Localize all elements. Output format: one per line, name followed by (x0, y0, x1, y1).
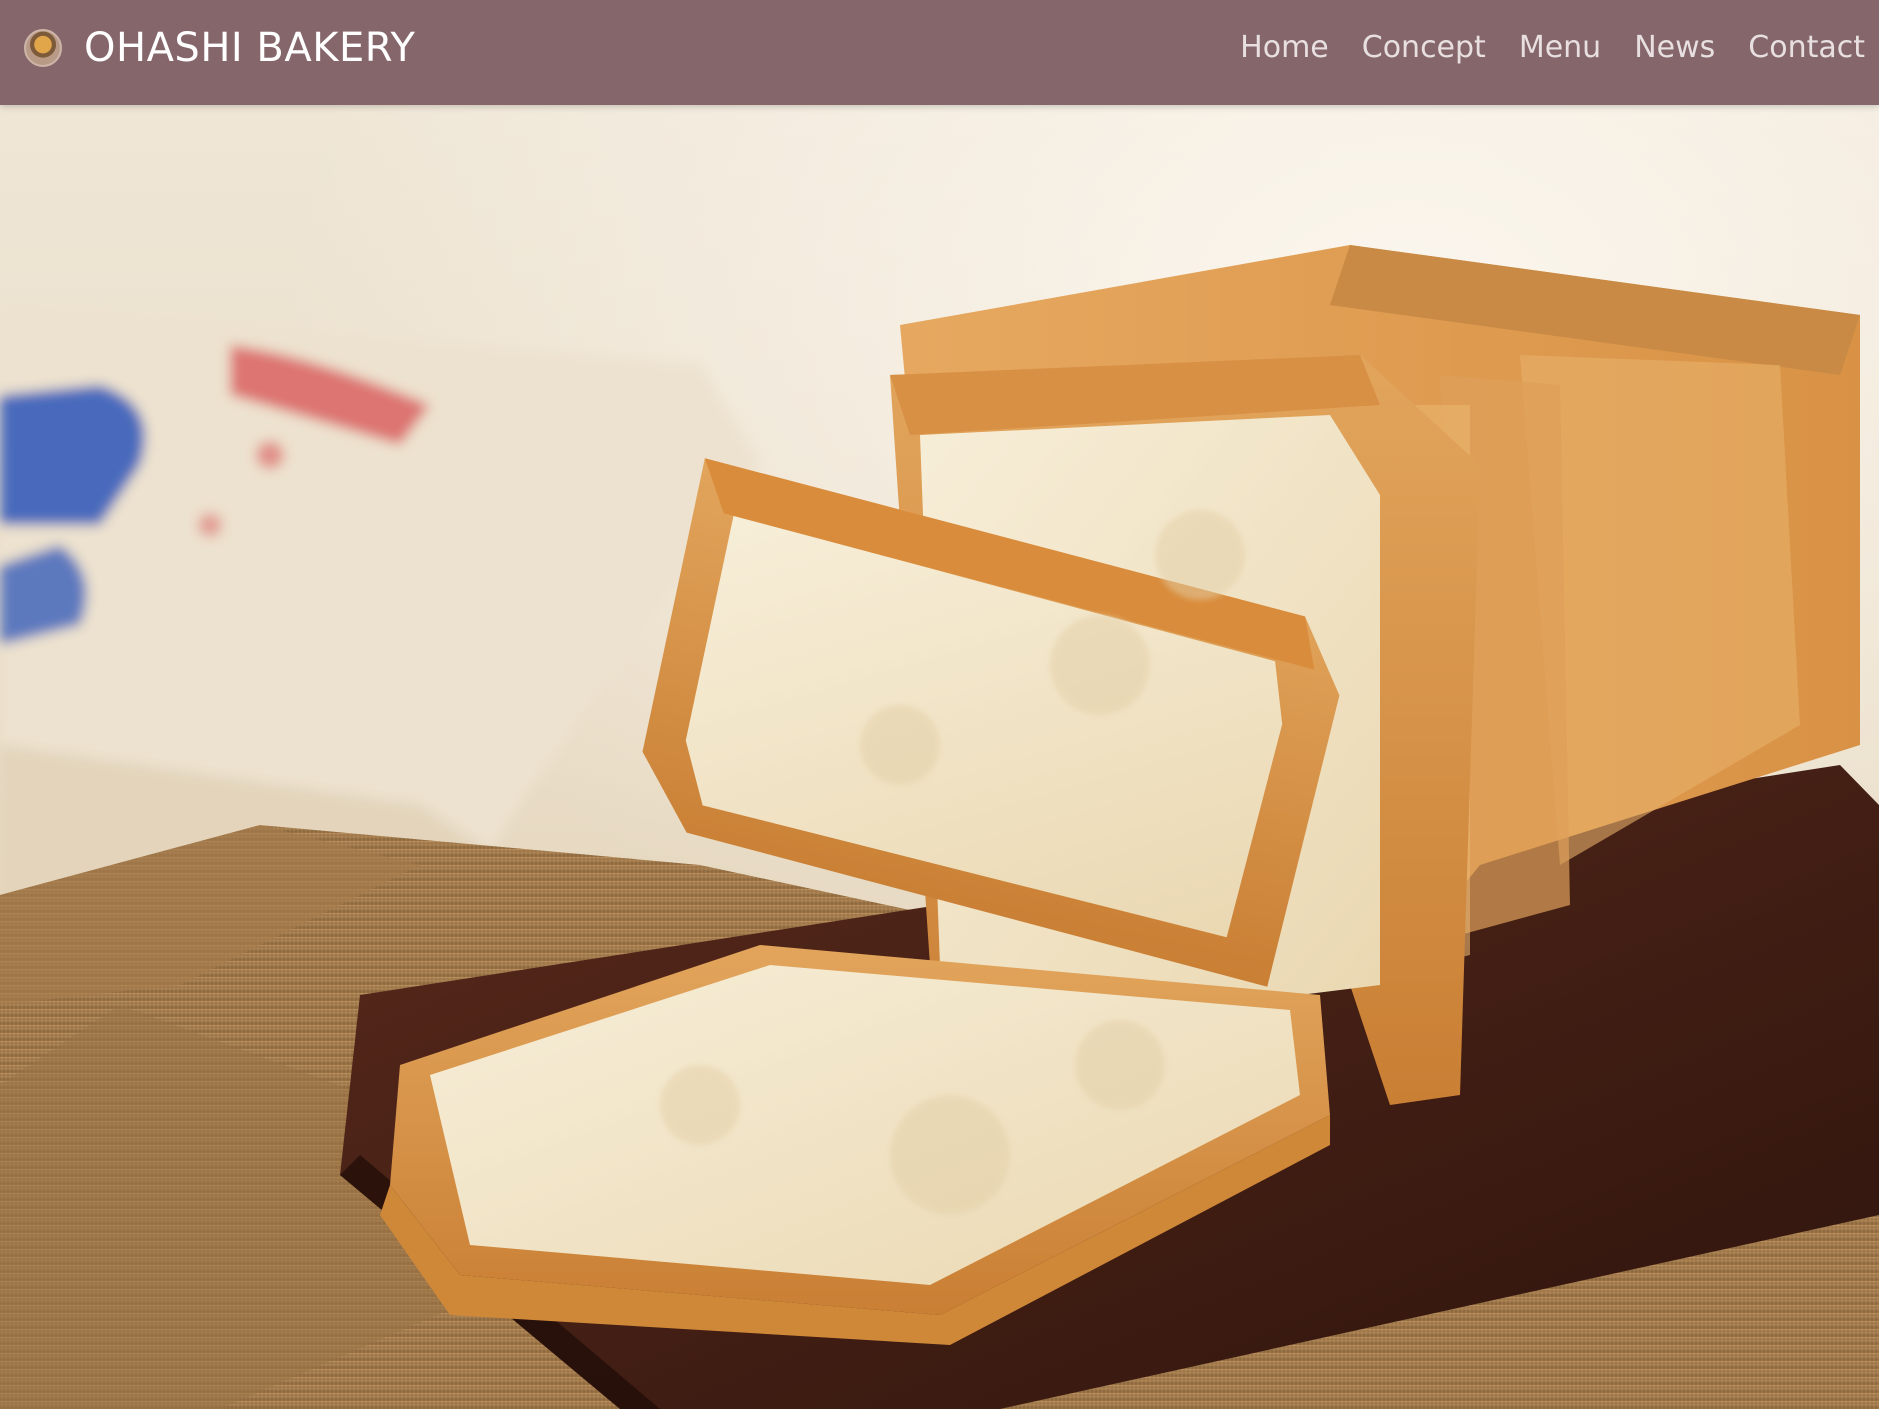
site-header: OHASHI BAKERY Home Concept Menu News Con… (0, 0, 1879, 105)
nav-menu[interactable]: Menu (1519, 30, 1601, 65)
brand-link[interactable]: OHASHI BAKERY (24, 0, 415, 95)
hero-section (0, 105, 1879, 1409)
nav-news[interactable]: News (1634, 30, 1715, 65)
bakery-logo-icon (24, 28, 62, 67)
nav-concept[interactable]: Concept (1362, 30, 1486, 65)
nav-home[interactable]: Home (1240, 30, 1329, 65)
brand-name: OHASHI BAKERY (84, 24, 416, 71)
nav-contact[interactable]: Contact (1748, 30, 1865, 65)
page: OHASHI BAKERY Home Concept Menu News Con… (0, 0, 1879, 1409)
hero-bread-photo (0, 105, 1879, 1409)
main-nav: Home Concept Menu News Contact (1207, 0, 1865, 95)
